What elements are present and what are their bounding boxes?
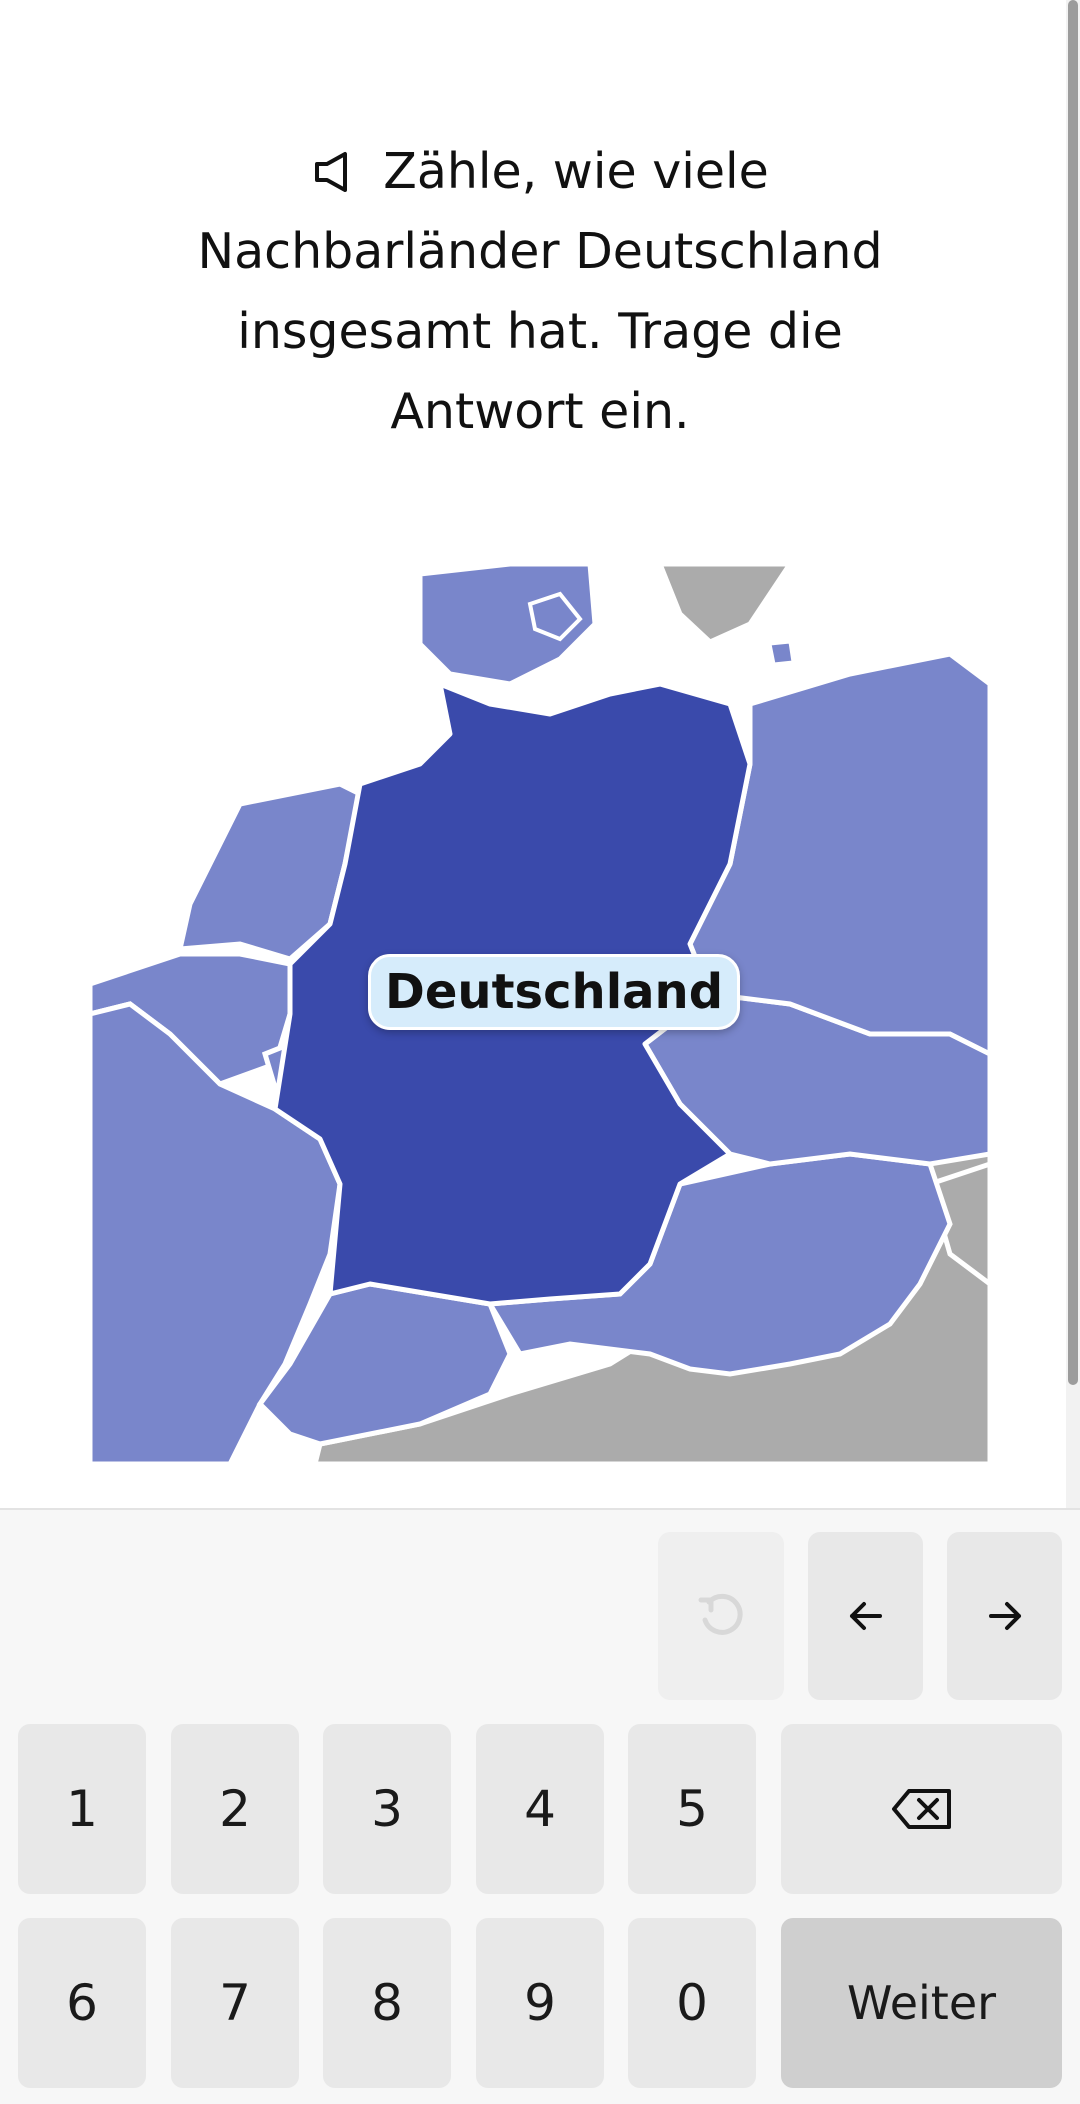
- digit-key-4[interactable]: 4: [476, 1724, 604, 1894]
- digit-key-1[interactable]: 1: [18, 1724, 146, 1894]
- speaker-icon[interactable]: [311, 138, 355, 192]
- arrow-right-icon: [985, 1596, 1025, 1636]
- digit-key-3[interactable]: 3: [323, 1724, 451, 1894]
- undo-button[interactable]: [658, 1532, 784, 1700]
- backspace-icon: [891, 1788, 953, 1830]
- digit-key-2[interactable]: 2: [171, 1724, 299, 1894]
- cursor-left-button[interactable]: [808, 1532, 923, 1700]
- digit-key-0[interactable]: 0: [628, 1918, 756, 2088]
- digit-key-7[interactable]: 7: [171, 1918, 299, 2088]
- germany-map: Deutschland: [90, 564, 990, 1464]
- digit-key-6[interactable]: 6: [18, 1918, 146, 2088]
- undo-icon: [695, 1590, 747, 1642]
- map-label-germany: Deutschland: [368, 954, 741, 1030]
- digit-key-5[interactable]: 5: [628, 1724, 756, 1894]
- scrollbar-thumb[interactable]: [1068, 0, 1078, 1385]
- question-block: Zähle, wie viele Nachbarländer Deutschla…: [150, 132, 930, 452]
- cursor-right-button[interactable]: [947, 1532, 1062, 1700]
- digit-key-8[interactable]: 8: [323, 1918, 451, 2088]
- question-text: Zähle, wie viele Nachbarländer Deutschla…: [197, 143, 883, 440]
- exercise-page: Zähle, wie viele Nachbarländer Deutschla…: [0, 0, 1080, 2104]
- map-island: [768, 640, 795, 666]
- arrow-left-icon: [846, 1596, 886, 1636]
- answer-keyboard: 1 2 3 4 5 6 7 8 9 0 Weiter: [0, 1508, 1080, 2104]
- backspace-button[interactable]: [781, 1724, 1062, 1894]
- digit-key-9[interactable]: 9: [476, 1918, 604, 2088]
- scrollbar-track[interactable]: [1066, 0, 1080, 1508]
- weiter-button[interactable]: Weiter: [781, 1918, 1062, 2088]
